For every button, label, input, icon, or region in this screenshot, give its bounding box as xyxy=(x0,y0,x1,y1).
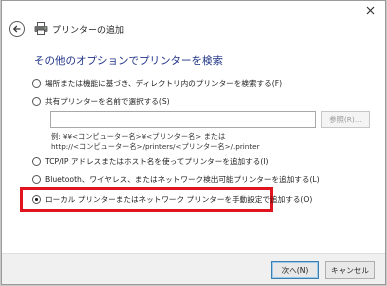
cancel-button[interactable]: キャンセル xyxy=(325,261,375,279)
option-tcpip[interactable]: TCP/IP アドレスまたはホスト名を使ってプリンターを追加する(I) xyxy=(32,155,269,167)
option-search-directory-label: 場所または機能に基づき、ディレクトリ内のプリンターを検索する(F) xyxy=(45,78,283,88)
radio-tcpip[interactable] xyxy=(32,156,41,166)
radio-shared-printer[interactable] xyxy=(32,96,41,106)
window-title: プリンターの追加 xyxy=(52,26,125,36)
option-local-manual-label: ローカル プリンターまたはネットワーク プリンターを手動設定で追加する(O) xyxy=(45,194,313,204)
browse-button[interactable]: 参照(R)... xyxy=(321,111,370,128)
option-shared-printer[interactable]: 共有プリンターを名前で選択する(S) xyxy=(32,95,170,107)
back-arrow-icon xyxy=(12,25,21,33)
radio-local-manual[interactable] xyxy=(32,194,41,204)
next-button[interactable]: 次へ(N) xyxy=(271,261,319,279)
close-icon xyxy=(366,6,374,14)
example-line-2: http://<コンピューター名>/printers/<プリンター名>/.pri… xyxy=(51,142,260,151)
dialog-footer: 次へ(N) キャンセル xyxy=(2,253,385,284)
option-bluetooth-wireless[interactable]: Bluetooth、ワイヤレス、またはネットワーク検出可能プリンターを追加する(… xyxy=(32,173,320,185)
page-heading: その他のオプションでプリンターを検索 xyxy=(34,55,223,67)
shared-printer-example: 例: ¥¥<コンピューター名>¥<プリンター名> または http://<コンピ… xyxy=(51,132,260,152)
option-search-directory[interactable]: 場所または機能に基づき、ディレクトリ内のプリンターを検索する(F) xyxy=(32,77,282,89)
option-tcpip-label: TCP/IP アドレスまたはホスト名を使ってプリンターを追加する(I) xyxy=(45,156,269,166)
shared-printer-name-input[interactable] xyxy=(50,111,316,128)
close-button[interactable] xyxy=(361,3,379,17)
back-button[interactable] xyxy=(9,21,25,37)
radio-search-directory[interactable] xyxy=(32,78,41,88)
printer-icon xyxy=(34,22,48,35)
add-printer-dialog: プリンターの追加 その他のオプションでプリンターを検索 場所または機能に基づき、… xyxy=(1,0,386,285)
example-line-1: 例: ¥¥<コンピューター名>¥<プリンター名> または xyxy=(51,132,226,141)
radio-bluetooth-wireless[interactable] xyxy=(32,174,41,184)
option-bluetooth-wireless-label: Bluetooth、ワイヤレス、またはネットワーク検出可能プリンターを追加する(… xyxy=(45,174,320,184)
option-shared-printer-label: 共有プリンターを名前で選択する(S) xyxy=(45,96,170,106)
option-local-manual[interactable]: ローカル プリンターまたはネットワーク プリンターを手動設定で追加する(O) xyxy=(32,193,312,205)
